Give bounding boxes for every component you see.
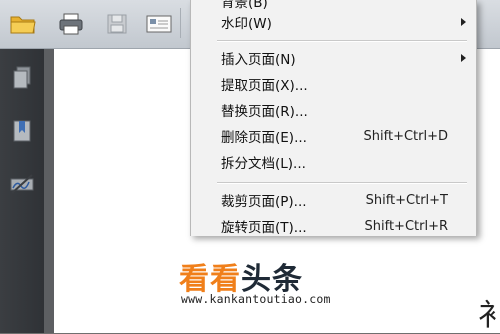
submenu-arrow-icon bbox=[461, 18, 466, 26]
pages-icon[interactable] bbox=[7, 63, 37, 93]
save-icon[interactable] bbox=[100, 8, 134, 40]
menu-separator bbox=[217, 182, 467, 184]
open-folder-icon[interactable] bbox=[6, 8, 40, 40]
watermark-logo: 看看头条 www.kankantoutiao.com bbox=[177, 236, 373, 308]
menu-item-label: 提取页面(X)... bbox=[221, 78, 308, 94]
menu-item-split-document[interactable]: 拆分文档(L)... bbox=[191, 150, 476, 174]
menu-item-shortcut: Shift+Ctrl+T bbox=[365, 192, 448, 208]
email-icon[interactable] bbox=[142, 8, 176, 40]
bookmarks-icon[interactable] bbox=[7, 116, 37, 146]
menu-item-label: 删除页面(E)... bbox=[221, 130, 307, 146]
menu-item-extract-page[interactable]: 提取页面(X)... bbox=[191, 72, 476, 96]
menu-item-rotate-page[interactable]: 旋转页面(T)... Shift+Ctrl+R bbox=[191, 214, 476, 238]
menu-item-label: 旋转页面(T)... bbox=[221, 220, 307, 236]
menu-item-replace-page[interactable]: 替换页面(R)... bbox=[191, 98, 476, 122]
menu-item-crop-page[interactable]: 裁剪页面(P)... Shift+Ctrl+T bbox=[191, 188, 476, 212]
submenu-arrow-icon bbox=[461, 54, 466, 62]
menu-item-label: 拆分文档(L)... bbox=[221, 156, 306, 172]
menu-item-label: 裁剪页面(P)... bbox=[221, 194, 307, 210]
toolbar-separator bbox=[180, 8, 181, 38]
page-edge-text: 衤 bbox=[478, 298, 500, 333]
context-menu: 背景(B) 水印(W) 插入页面(N) 提取页面(X)... 替换页面(R)..… bbox=[190, 0, 477, 236]
menu-item-insert-page[interactable]: 插入页面(N) bbox=[191, 46, 476, 70]
menu-item-delete-page[interactable]: 删除页面(E)... Shift+Ctrl+D bbox=[191, 124, 476, 148]
menu-item-shortcut: Shift+Ctrl+D bbox=[363, 128, 448, 144]
menu-item-label: 插入页面(N) bbox=[221, 52, 296, 68]
menu-separator bbox=[217, 40, 467, 42]
menu-item-label: 水印(W) bbox=[221, 16, 272, 32]
navigation-pane bbox=[0, 49, 44, 333]
signatures-icon[interactable] bbox=[7, 169, 37, 199]
menu-item-label: 替换页面(R)... bbox=[221, 104, 308, 120]
menu-item-shortcut: Shift+Ctrl+R bbox=[364, 218, 449, 234]
print-icon[interactable] bbox=[54, 8, 88, 40]
watermark-url: www.kankantoutiao.com bbox=[181, 292, 331, 306]
menu-item-watermark[interactable]: 水印(W) bbox=[191, 10, 476, 34]
